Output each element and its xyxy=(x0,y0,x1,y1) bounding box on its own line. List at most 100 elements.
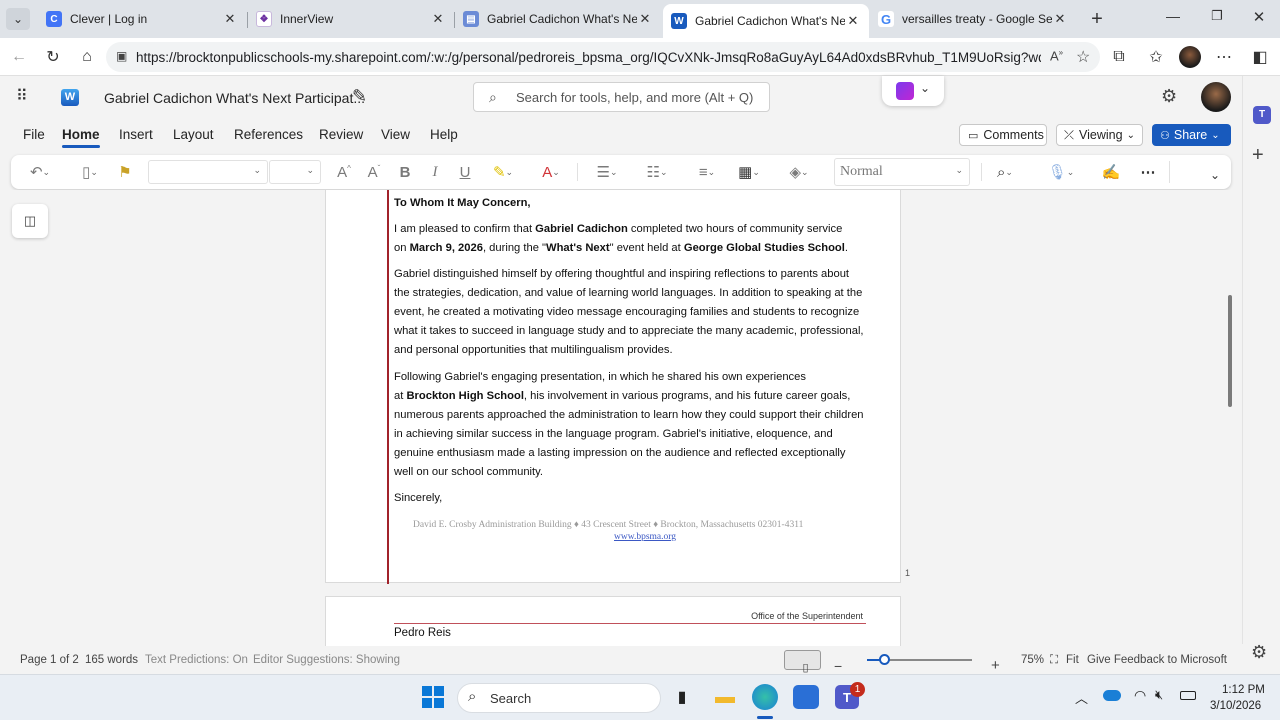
close-tab-icon[interactable]: ✕ xyxy=(430,11,446,27)
zoom-level[interactable]: 75% xyxy=(1021,654,1044,666)
read-aloud-icon[interactable]: A» xyxy=(1050,48,1063,63)
browser-tab-word-doc[interactable]: ▤ Gabriel Cadichon What's Next F ✕ xyxy=(455,5,661,33)
fit-icon[interactable]: ⛶ xyxy=(1050,654,1058,667)
menu-file[interactable]: File xyxy=(23,127,45,142)
page-view-button[interactable]: ▯ xyxy=(784,650,821,674)
feedback-link[interactable]: Give Feedback to Microsoft xyxy=(1087,654,1227,666)
find-button[interactable]: ⌕ ⌄ xyxy=(987,162,1023,182)
site-info-icon[interactable]: ▣ xyxy=(116,49,127,63)
menu-view[interactable]: View xyxy=(381,127,410,142)
close-tab-icon[interactable]: ✕ xyxy=(637,11,653,27)
vertical-scrollbar-thumb[interactable] xyxy=(1228,295,1232,407)
menu-home[interactable]: Home xyxy=(62,127,100,148)
shading-button[interactable]: ◈ ⌄ xyxy=(781,162,817,182)
onedrive-icon[interactable] xyxy=(1103,690,1121,701)
refresh-button[interactable]: ↻ xyxy=(42,46,64,68)
profile-avatar[interactable] xyxy=(1179,46,1201,68)
tools-search-box[interactable]: ⌕ Search for tools, help, and more (Alt … xyxy=(473,82,770,112)
menu-layout[interactable]: Layout xyxy=(173,127,214,142)
styles-dropdown[interactable]: Normal ⌄ xyxy=(834,158,970,186)
paste-button[interactable]: ▯ ⌄ xyxy=(73,162,107,182)
expand-ribbon-button[interactable]: ⌄ xyxy=(1205,165,1225,185)
format-painter-button[interactable]: ⚑ xyxy=(115,162,135,182)
sidebar-settings-button[interactable]: ⚙ xyxy=(1251,642,1267,663)
home-button[interactable]: ⌂ xyxy=(76,46,98,68)
font-size-dropdown[interactable]: ⌄ xyxy=(269,160,321,184)
shrink-font-button[interactable]: Aˇ xyxy=(363,162,385,182)
favorite-star-icon[interactable]: ☆ xyxy=(1076,47,1090,67)
more-menu-button[interactable]: ⋯ xyxy=(1213,46,1235,68)
navigation-pane-button[interactable]: ◫ xyxy=(12,204,48,238)
comments-button[interactable]: ▭ Comments xyxy=(959,124,1047,146)
clock-date[interactable]: 3/10/2026 xyxy=(1210,700,1261,712)
address-bar[interactable]: ▣ https://brocktonpublicschools-my.share… xyxy=(106,42,1100,72)
menu-references[interactable]: References xyxy=(234,127,303,142)
bullets-button[interactable]: ☰ ⌄ xyxy=(589,162,625,182)
settings-gear-button[interactable]: ⚙ xyxy=(1161,86,1177,107)
account-avatar[interactable] xyxy=(1201,82,1231,112)
teams-icon[interactable]: T xyxy=(1253,106,1271,124)
task-view-icon[interactable]: ▮ xyxy=(668,683,696,711)
show-hidden-icons-button[interactable]: ︿ xyxy=(1075,688,1088,707)
undo-button[interactable]: ↶ ⌄ xyxy=(23,162,57,182)
close-tab-icon[interactable]: ✕ xyxy=(1052,11,1068,27)
zoom-slider-thumb[interactable] xyxy=(879,654,890,665)
dictate-button[interactable]: 🎙 ⌄ xyxy=(1043,162,1079,182)
start-button[interactable] xyxy=(419,683,447,711)
battery-icon[interactable] xyxy=(1180,691,1196,700)
grow-font-button[interactable]: A^ xyxy=(333,162,355,182)
fit-button[interactable]: Fit xyxy=(1066,654,1079,666)
numbering-button[interactable]: ☷ ⌄ xyxy=(639,162,675,182)
tab-actions-button[interactable]: ⌄ xyxy=(6,8,30,30)
font-color-button[interactable]: A ⌄ xyxy=(533,162,569,182)
clock-time[interactable]: 1:12 PM xyxy=(1222,684,1265,696)
footer-link[interactable]: www.bpsma.org xyxy=(614,532,676,542)
favorites-button[interactable]: ✩ xyxy=(1145,46,1167,68)
chevron-down-icon: ⌄ xyxy=(253,165,261,175)
editor-pen-icon[interactable]: ✎ xyxy=(352,86,367,107)
browser-tab-word-active[interactable]: W Gabriel Cadichon What's Next F ✕ xyxy=(663,4,869,38)
close-tab-icon[interactable]: ✕ xyxy=(222,11,238,27)
zoom-slider[interactable] xyxy=(867,654,972,665)
close-window-button[interactable]: ✕ xyxy=(1244,8,1274,30)
sidebar-toggle-button[interactable]: ◧ xyxy=(1249,46,1271,68)
extensions-button[interactable]: ⧉ xyxy=(1108,46,1130,68)
edge-browser-icon[interactable] xyxy=(752,684,778,710)
back-button[interactable]: ← xyxy=(8,46,30,68)
word-count[interactable]: 165 words xyxy=(85,654,138,666)
browser-tab-clever[interactable]: C Clever | Log in ✕ xyxy=(38,5,246,33)
wifi-icon[interactable]: ◠ xyxy=(1134,687,1146,704)
copilot-button[interactable]: ⌄ xyxy=(882,76,944,106)
browser-tab-google[interactable]: G versailles treaty - Google Searc ✕ xyxy=(870,5,1076,33)
menu-review[interactable]: Review xyxy=(319,127,363,142)
underline-button[interactable]: U xyxy=(455,162,475,182)
bold-button[interactable]: B xyxy=(395,162,415,182)
editor-suggestions-status[interactable]: Editor Suggestions: Showing xyxy=(253,654,400,666)
app-launcher-button[interactable]: ⠿ xyxy=(16,87,36,107)
document-title[interactable]: Gabriel Cadichon What's Next Participat.… xyxy=(104,90,365,106)
restore-button[interactable]: ❐ xyxy=(1202,8,1232,30)
menu-insert[interactable]: Insert xyxy=(119,127,153,142)
add-sidebar-app-button[interactable]: + xyxy=(1252,144,1264,167)
viewing-mode-button[interactable]: ⤫ Viewing ⌄ xyxy=(1056,124,1143,146)
share-button[interactable]: ⚇ Share ⌄ xyxy=(1152,124,1231,146)
volume-muted-icon[interactable]: 🔇︎ xyxy=(1155,687,1163,703)
editor-button[interactable]: ✍ xyxy=(1101,162,1121,182)
borders-button[interactable]: ▦ ⌄ xyxy=(731,162,767,182)
text-predictions-status[interactable]: Text Predictions: On xyxy=(145,654,248,666)
minimize-button[interactable]: — xyxy=(1158,8,1188,30)
file-explorer-icon[interactable]: ▬ xyxy=(711,683,739,711)
browser-tab-innerview[interactable]: ❖ InnerView ✕ xyxy=(248,5,454,33)
font-name-dropdown[interactable]: ⌄ xyxy=(148,160,268,184)
document-page-2[interactable]: Office of the Superintendent Pedro Reis xyxy=(325,596,901,646)
store-icon[interactable] xyxy=(793,685,819,709)
italic-button[interactable]: I xyxy=(425,162,445,182)
taskbar-search-box[interactable]: ⌕ Search xyxy=(457,683,661,713)
new-tab-button[interactable]: + xyxy=(1084,6,1110,32)
align-button[interactable]: ≡ ⌄ xyxy=(689,162,725,182)
highlight-button[interactable]: ✎ ⌄ xyxy=(485,162,521,182)
more-options-button[interactable]: ⋯ xyxy=(1137,162,1159,182)
menu-help[interactable]: Help xyxy=(430,127,458,142)
close-tab-icon[interactable]: ✕ xyxy=(845,13,861,29)
shrink-font-icon: Aˇ xyxy=(367,163,381,181)
